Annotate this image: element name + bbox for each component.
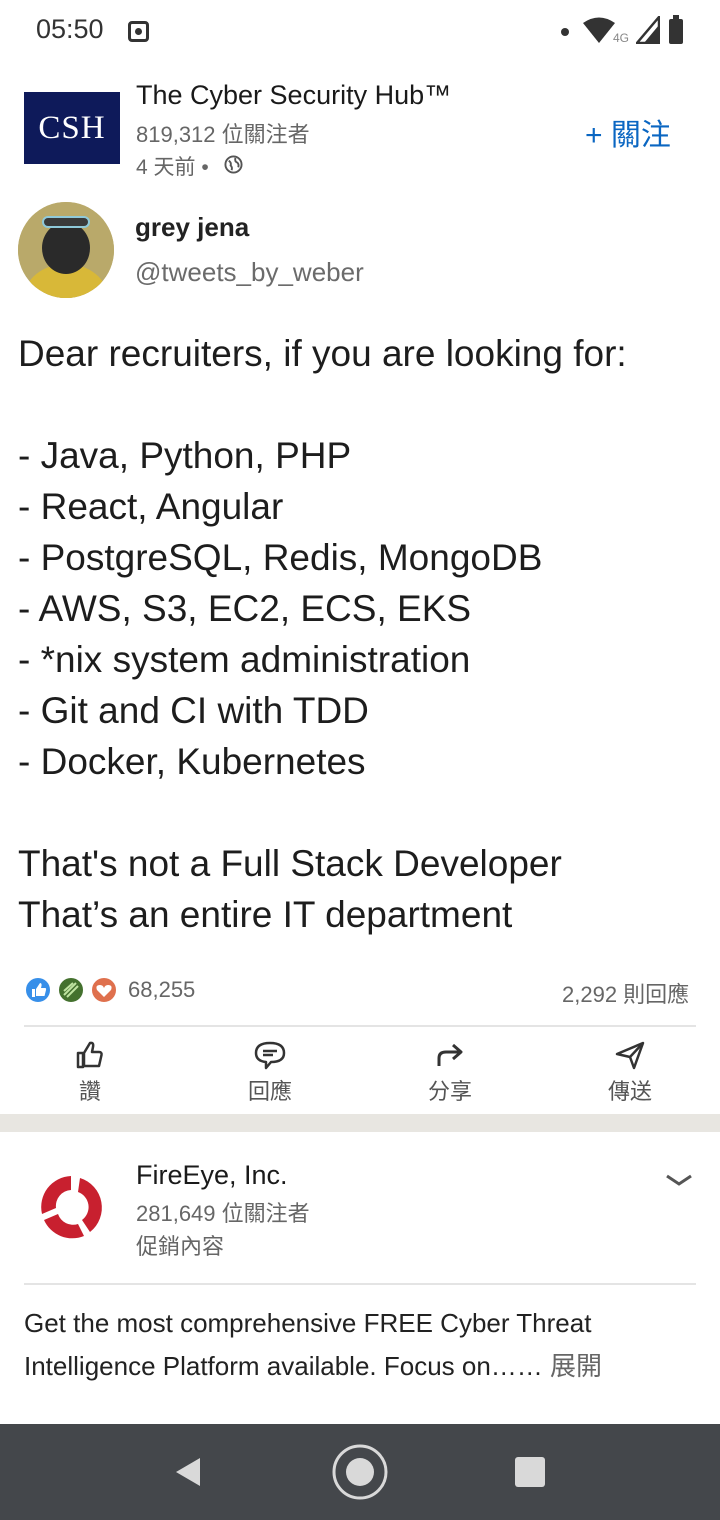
- share-label: 分享: [427, 1080, 472, 1105]
- avatar: [18, 202, 114, 298]
- tweet-text: Dear recruiters, if you are looking for:…: [18, 333, 627, 935]
- feed-separator: [0, 1114, 720, 1132]
- signal-icon: [636, 16, 660, 44]
- reaction-count[interactable]: 68,255: [128, 977, 195, 1003]
- notification-dot-icon: [561, 28, 569, 36]
- send-button[interactable]: 傳送: [570, 1040, 690, 1106]
- follower-count: 819,312 位關注者: [136, 122, 310, 147]
- advertiser-followers: 281,649 位關注者: [136, 1201, 310, 1226]
- reaction-icons[interactable]: [24, 975, 120, 1005]
- divider: [24, 1025, 696, 1027]
- company-logo[interactable]: CSH: [24, 92, 120, 164]
- divider: [24, 1283, 696, 1285]
- battery-icon: [669, 15, 683, 44]
- promoted-body: Get the most comprehensive FREE Cyber Th…: [24, 1308, 592, 1381]
- send-icon: [615, 1041, 645, 1070]
- promoted-text: Get the most comprehensive FREE Cyber Th…: [24, 1302, 704, 1388]
- comment-button[interactable]: 回應: [210, 1040, 330, 1106]
- comment-icon: [254, 1041, 286, 1070]
- system-navigation-bar: [0, 1424, 720, 1520]
- share-icon: [437, 1043, 463, 1066]
- post-time: 4 天前 •: [136, 156, 209, 179]
- status-time: 05:50: [36, 14, 104, 44]
- promoted-label: 促銷內容: [136, 1235, 225, 1260]
- like-label: 讚: [78, 1080, 101, 1105]
- chevron-down-icon[interactable]: [664, 1170, 694, 1190]
- fireeye-logo[interactable]: [34, 1170, 108, 1244]
- home-icon[interactable]: [331, 1443, 389, 1501]
- tweet-author-name: grey jena: [135, 212, 250, 242]
- like-button[interactable]: 讚: [30, 1040, 150, 1106]
- follow-button[interactable]: + 關注: [585, 110, 671, 154]
- camera-notification-icon: [128, 21, 149, 42]
- globe-icon: [224, 155, 243, 174]
- company-name[interactable]: The Cyber Security Hub™: [136, 80, 451, 111]
- recents-icon[interactable]: [514, 1456, 546, 1488]
- thumbs-up-icon: [76, 1041, 103, 1069]
- wifi-icon: [583, 17, 615, 43]
- network-type: 4G: [613, 31, 630, 45]
- share-button[interactable]: 分享: [390, 1040, 510, 1106]
- comment-label: 回應: [247, 1080, 292, 1105]
- comment-count[interactable]: 2,292 則回應: [562, 977, 689, 1009]
- advertiser-name[interactable]: FireEye, Inc.: [136, 1160, 288, 1191]
- see-more-link[interactable]: 展開: [543, 1351, 602, 1381]
- tweet-author-handle: @tweets_by_weber: [135, 257, 364, 287]
- send-label: 傳送: [607, 1080, 652, 1105]
- back-icon[interactable]: [172, 1456, 204, 1488]
